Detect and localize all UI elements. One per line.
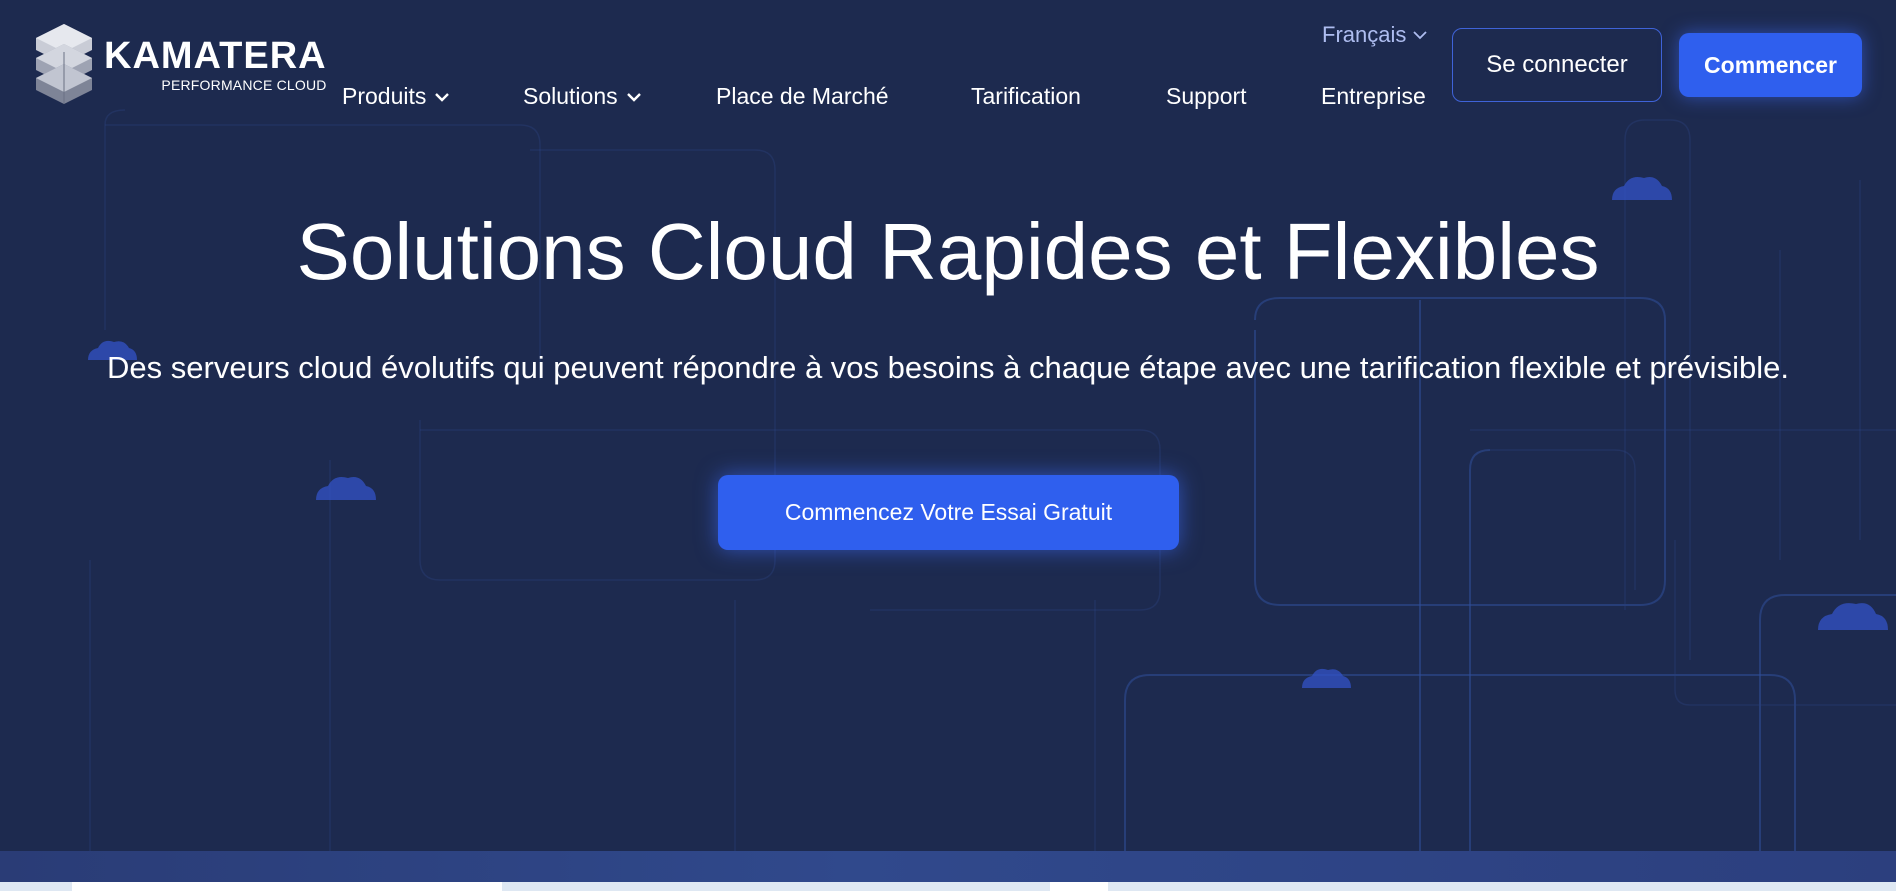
preview-card — [72, 882, 502, 891]
preview-card — [1050, 882, 1108, 891]
circuit-background — [88, 109, 1896, 891]
nav-item-produits[interactable]: Produits — [342, 83, 450, 110]
landing-page: KAMATERA PERFORMANCE CLOUD Français Prod… — [0, 0, 1896, 891]
nav-item-label: Support — [1166, 83, 1247, 109]
chevron-down-icon — [435, 92, 450, 102]
login-button[interactable]: Se connecter — [1452, 28, 1662, 102]
chevron-down-icon — [1413, 31, 1427, 40]
nav-item-solutions[interactable]: Solutions — [523, 83, 642, 110]
nav-item-label: Place de Marché — [716, 83, 889, 109]
nav-item-label: Tarification — [971, 83, 1081, 109]
stacked-cubes-logo-icon — [36, 24, 92, 104]
nav-item-support[interactable]: Support — [1166, 83, 1247, 110]
brand-logo[interactable]: KAMATERA PERFORMANCE CLOUD — [36, 24, 327, 104]
brand-tagline: PERFORMANCE CLOUD — [161, 76, 327, 93]
free-trial-button[interactable]: Commencez Votre Essai Gratuit — [718, 475, 1179, 550]
language-label: Français — [1322, 22, 1407, 47]
hero-title: Solutions Cloud Rapides et Flexibles — [296, 207, 1600, 296]
start-button[interactable]: Commencer — [1679, 33, 1862, 97]
nav-item-entreprise[interactable]: Entreprise — [1321, 83, 1426, 110]
nav-item-tarification[interactable]: Tarification — [971, 83, 1081, 110]
language-selector[interactable]: Français — [1322, 22, 1428, 48]
chevron-down-icon — [626, 92, 641, 102]
nav-item-label: Produits — [342, 83, 427, 109]
nav-item-label: Entreprise — [1321, 83, 1426, 109]
nav-item-label: Solutions — [523, 83, 618, 109]
hero-subtitle: Des serveurs cloud évolutifs qui peuvent… — [107, 350, 1789, 385]
brand-name: KAMATERA — [104, 34, 327, 77]
nav-item-place-de-marche[interactable]: Place de Marché — [716, 83, 889, 110]
